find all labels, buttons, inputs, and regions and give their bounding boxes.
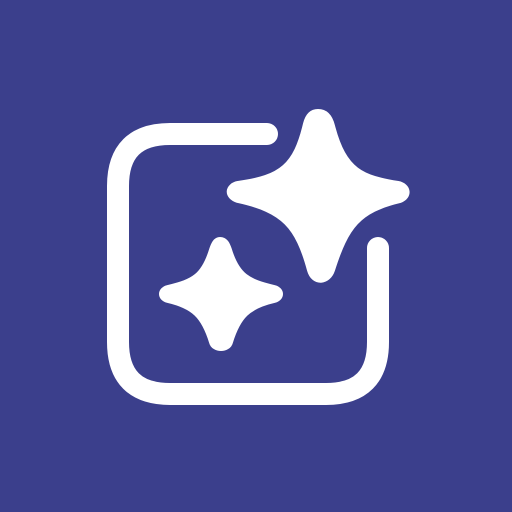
sparkles-icon-graphic xyxy=(0,0,512,512)
sparkles-app-icon xyxy=(0,0,512,512)
icon-background xyxy=(0,0,512,512)
